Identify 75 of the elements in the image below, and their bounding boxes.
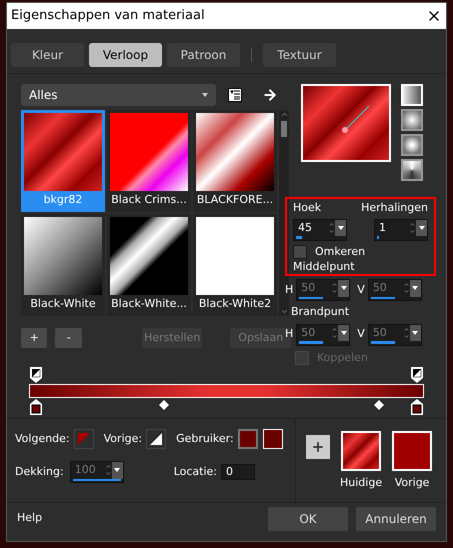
gradient-preset[interactable]: Black-White xyxy=(21,214,105,316)
spin-value: 1 xyxy=(378,220,387,236)
field-label: Dekking: xyxy=(15,464,64,480)
spin-value: 100 xyxy=(74,462,97,478)
help-link[interactable]: Help xyxy=(17,510,42,527)
angle-handle-icon[interactable] xyxy=(341,104,371,134)
list-view-icon[interactable] xyxy=(228,88,242,102)
gradient-bar[interactable] xyxy=(29,384,424,398)
field-label: Gebruiker: xyxy=(176,430,234,447)
preset-name: Black Crims... xyxy=(111,192,187,208)
spin-value: 50 xyxy=(300,280,316,296)
tab[interactable]: Kleur xyxy=(11,43,84,67)
field-label: Middelpunt xyxy=(293,260,356,274)
midpoint-icon[interactable] xyxy=(374,400,384,410)
axis-label: H xyxy=(285,326,294,342)
field-label: Locatie: xyxy=(174,464,217,480)
checkbox-label: Koppelen xyxy=(317,350,368,366)
spin-field[interactable]: 45 xyxy=(293,218,347,240)
scroll-down-icon[interactable] xyxy=(280,307,288,316)
spin-value: 50 xyxy=(300,324,316,340)
gradient-preset[interactable]: Black-White2 xyxy=(193,214,277,316)
library-button[interactable]: + xyxy=(21,328,48,348)
preset-name: Black-White2 xyxy=(198,296,272,312)
window-title: Eigenschappen van materiaal xyxy=(11,7,205,26)
scrollbar-thumb[interactable] xyxy=(281,121,287,137)
location-field[interactable]: 0 xyxy=(221,464,255,480)
tab[interactable]: Patroon xyxy=(167,43,240,67)
preset-name: Black-White xyxy=(30,296,96,312)
gradient-style-button[interactable] xyxy=(401,109,423,131)
tab[interactable]: Verloop xyxy=(89,43,162,67)
ok-button[interactable]: OK xyxy=(268,506,348,530)
dropdown-button[interactable] xyxy=(410,324,421,341)
user-color-swatch[interactable] xyxy=(238,429,258,449)
category-dropdown[interactable]: Alles xyxy=(21,84,216,106)
spin-value: 50 xyxy=(372,324,388,340)
color-stop-icon[interactable] xyxy=(29,398,43,416)
previous-stop-icon[interactable] xyxy=(146,429,166,449)
midpoint-icon[interactable] xyxy=(158,400,169,410)
swatch-label: Huidige xyxy=(340,475,382,491)
spin-value: 50 xyxy=(372,280,388,296)
axis-label: V xyxy=(357,326,365,342)
dropdown-button[interactable] xyxy=(410,280,421,296)
library-button[interactable]: - xyxy=(55,328,82,348)
dropdown-button[interactable] xyxy=(335,220,346,236)
field-label: Hoek xyxy=(293,200,322,216)
add-button[interactable] xyxy=(306,435,330,459)
field-label: Vorige: xyxy=(104,430,142,447)
gradient-preset[interactable]: Black-White... xyxy=(107,214,191,316)
field-label: Volgende: xyxy=(15,430,70,447)
opacity-stop-icon[interactable] xyxy=(29,366,43,384)
preset-name: BLACKFORE... xyxy=(196,192,274,208)
gradient-preset[interactable]: Black Crims... xyxy=(107,110,191,212)
preset-name: bkgr82 xyxy=(44,192,82,208)
spin-value: 45 xyxy=(297,220,313,236)
axis-label: V xyxy=(357,282,365,298)
scroll-up-icon[interactable] xyxy=(280,110,288,119)
checkbox[interactable] xyxy=(293,244,307,259)
spin-field[interactable]: 1 xyxy=(374,218,428,240)
axis-label: H xyxy=(285,282,294,298)
field-label: Brandpunt xyxy=(291,304,350,320)
current-gradient-swatch[interactable] xyxy=(341,431,382,471)
color-stop-icon[interactable] xyxy=(410,398,424,416)
dropdown-button[interactable] xyxy=(416,220,427,236)
checkbox-label: Omkeren xyxy=(315,244,366,260)
field-label: Herhalingen xyxy=(361,200,428,216)
plus-icon xyxy=(311,440,325,454)
tab[interactable]: Textuur xyxy=(263,43,336,67)
cancel-button[interactable]: Annuleren xyxy=(356,506,436,530)
gradient-preset[interactable]: BLACKFORE... xyxy=(193,110,277,212)
arrow-right-icon[interactable] xyxy=(262,87,278,103)
preset-name: Black-White... xyxy=(111,296,187,312)
swatch-label: Vorige xyxy=(394,475,430,491)
opacity-stop-icon[interactable] xyxy=(410,366,424,384)
gradient-style-button[interactable] xyxy=(401,159,423,181)
previous-color-swatch[interactable] xyxy=(392,431,432,471)
